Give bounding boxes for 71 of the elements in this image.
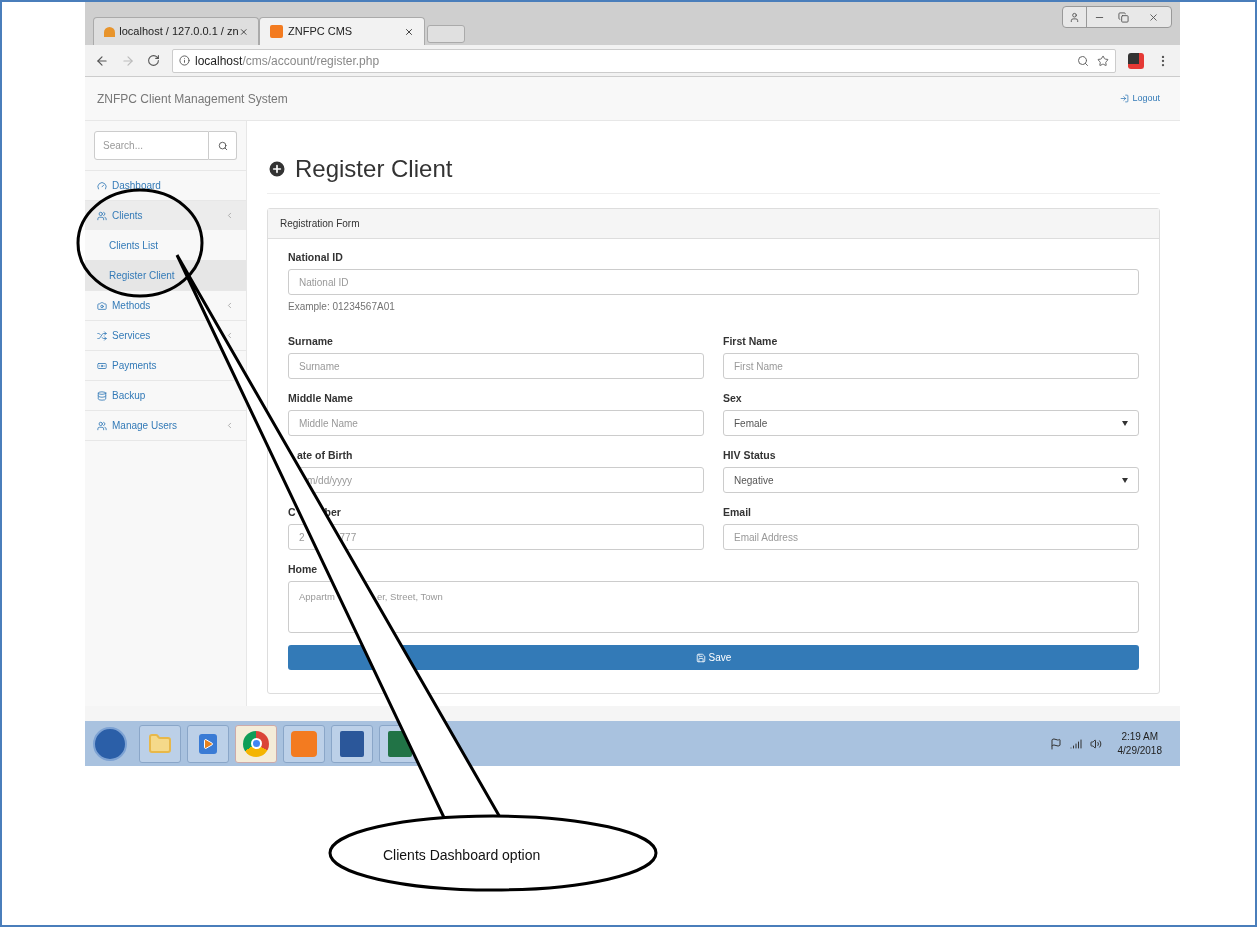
floppy-icon [695,652,706,663]
back-icon[interactable] [95,53,109,68]
browser-tab[interactable]: ZNFPC CMS [259,17,425,45]
start-button[interactable] [93,726,127,761]
field-label: Middle Name [288,392,354,405]
xampp-icon [270,25,283,38]
restore-icon [1117,11,1129,23]
panel-heading: Registration Form [268,209,1159,239]
play-icon [199,733,217,754]
input-field[interactable]: Middle Name [288,410,704,436]
extension-icon[interactable] [1128,52,1144,69]
input-field[interactable]: Surname [288,353,704,379]
zoom-icon[interactable] [1077,54,1089,67]
field-label: Home [288,563,319,576]
sailboat-icon [104,26,116,37]
xampp-icon [291,730,317,757]
sidebar-item[interactable]: Services [85,321,246,350]
field-label: National ID [288,251,344,264]
sidebar-item[interactable]: Methods [85,291,246,320]
address-field[interactable]: Appartm er, Street, Town [288,581,1139,633]
banknote-icon [97,360,107,371]
dropdown-caret-icon [1122,420,1128,426]
flag-icon[interactable] [1049,737,1062,750]
plus-circle-icon [267,159,287,179]
info-icon[interactable] [179,55,190,66]
dropdown-caret-icon [1122,477,1128,483]
person-icon [1069,11,1080,23]
sidebar-item[interactable]: Payments [85,351,246,380]
logout-link[interactable]: Logout [1120,91,1160,106]
gauge-icon [97,180,107,191]
reload-icon[interactable] [147,54,160,67]
callout-text: Clients Dashboard option [383,846,541,865]
url-text: localhost/cms/account/register.php [195,52,380,70]
volume-icon[interactable] [1089,737,1102,750]
address-bar[interactable]: localhost/cms/account/register.php [172,48,1116,73]
sidebar-item[interactable]: Dashboard [85,171,246,200]
field-label: Surname [288,335,334,348]
shuffle-icon [97,330,107,341]
close-icon [1147,11,1159,23]
document-icon [340,730,364,757]
search-icon [217,140,228,151]
sidebar-item[interactable]: Manage Users [85,411,246,440]
input-field[interactable]: Email Address [723,524,1139,550]
database-icon [97,390,107,401]
folder-icon [148,731,172,756]
field-label: ate of Birth [296,449,354,462]
input-field[interactable]: National ID [288,269,1139,295]
logout-icon [1120,94,1130,103]
field-label: HIV Status [723,449,777,462]
search-button[interactable] [209,131,237,160]
sidebar-item[interactable]: Clients [85,201,246,230]
clock[interactable]: 2:19 AM 4/29/2018 [1117,729,1162,758]
select-field[interactable]: Negative [723,467,1139,493]
save-button[interactable]: Save [288,645,1139,670]
search-field[interactable]: Search... [94,131,209,160]
field-label: Sex [723,392,743,405]
camera-icon [97,300,107,311]
chrome-icon [243,730,269,757]
field-label: Email [723,506,752,519]
page-title: Register Client [295,155,453,183]
help-text: Example: 01234567A01 [288,301,396,313]
browser-tab[interactable]: localhost / 127.0.0.1 / zn [93,17,259,45]
users-icon [97,420,107,431]
input-field[interactable]: First Name [723,353,1139,379]
users-icon [97,210,107,221]
field-label: First Name [723,335,779,348]
sidebar-subitem[interactable]: Register Client [85,260,246,290]
close-icon[interactable] [404,26,414,37]
star-icon[interactable] [1097,54,1109,67]
select-field[interactable]: Female [723,410,1139,436]
brand-title[interactable]: ZNFPC Client Management System [97,89,1121,108]
